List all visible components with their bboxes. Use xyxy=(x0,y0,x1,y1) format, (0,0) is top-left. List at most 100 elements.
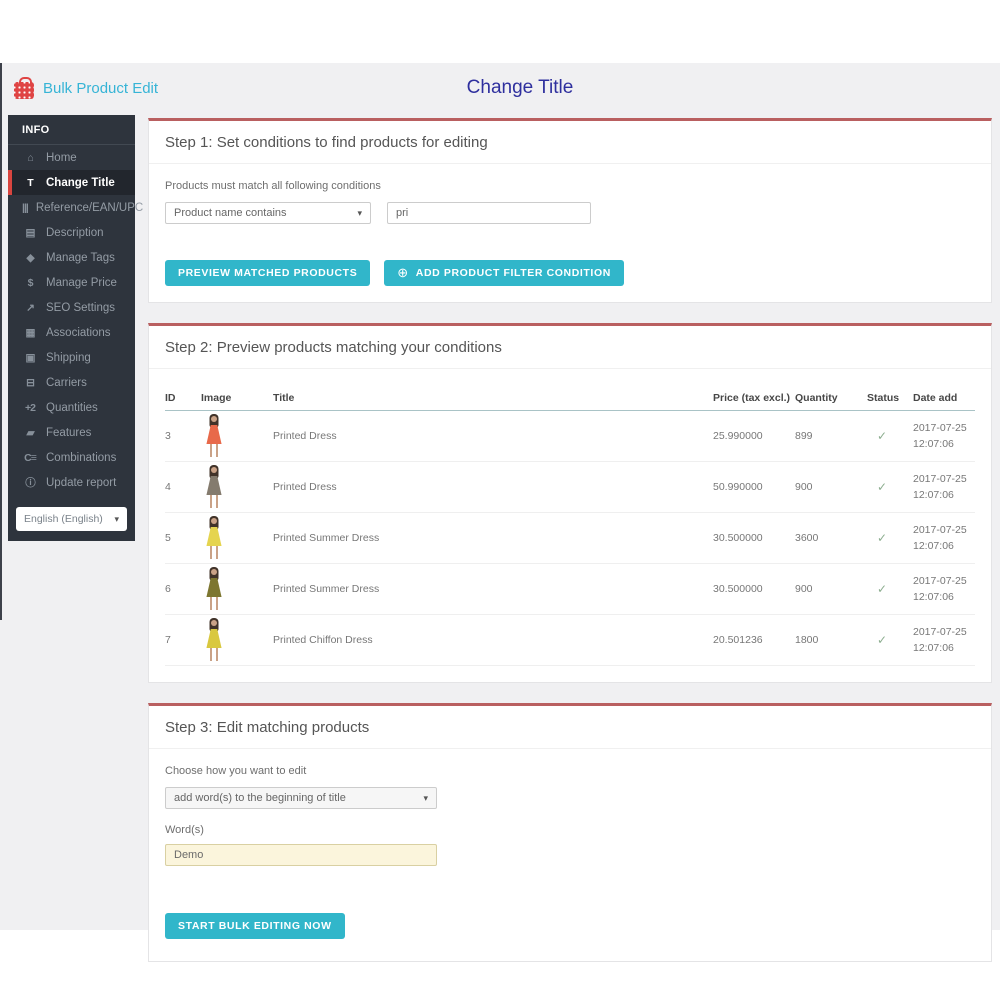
check-icon: ✓ xyxy=(877,531,888,545)
cell-id: 7 xyxy=(165,634,171,646)
sidebar-item-label: Update report xyxy=(46,476,117,489)
condition-type-select-value: Product name contains xyxy=(174,207,287,219)
cell-image xyxy=(201,411,273,461)
barcode-icon: ||| xyxy=(22,201,29,214)
cell-date-add: 2017-07-25 12:07:06 xyxy=(913,523,967,552)
sidebar-item-label: Manage Tags xyxy=(46,251,115,264)
sidebar-item-features[interactable]: ▰ Features xyxy=(8,420,135,445)
cell-title: Printed Summer Dress xyxy=(273,583,380,595)
model-dress xyxy=(206,578,222,597)
model-head xyxy=(211,569,217,575)
cell-image xyxy=(201,615,273,665)
cell-date-add: 2017-07-25 12:07:06 xyxy=(913,625,967,654)
main-content: Step 1: Set conditions to find products … xyxy=(148,118,992,982)
check-icon: ✓ xyxy=(877,582,888,596)
chevron-down-icon: ▾ xyxy=(357,207,362,218)
cell-image xyxy=(201,513,273,563)
sidebar-item-quantities[interactable]: +2 Quantities xyxy=(8,395,135,420)
model-dress xyxy=(206,425,222,444)
table-row: 7 Printed Chiffon Dress 20.501236 1800 ✓… xyxy=(165,615,975,666)
sidebar-item-combinations[interactable]: C≡ Combinations xyxy=(8,445,135,470)
cell-id: 5 xyxy=(165,532,171,544)
sidebar-item-update-report[interactable]: ⓘ Update report xyxy=(8,470,135,495)
model-legs xyxy=(210,648,218,661)
cell-status: ✓ xyxy=(867,429,913,443)
sidebar-item-manage-tags[interactable]: ◆ Manage Tags xyxy=(8,245,135,270)
product-thumbnail xyxy=(201,516,227,560)
cell-id: 3 xyxy=(165,430,171,442)
cell-date-add: 2017-07-25 12:07:06 xyxy=(913,472,967,501)
model-head xyxy=(211,518,217,524)
choose-edit-label: Choose how you want to edit xyxy=(165,765,307,777)
add-product-filter-condition-label: ADD PRODUCT FILTER CONDITION xyxy=(415,267,611,279)
shopping-bag-logo-icon xyxy=(14,77,34,99)
app-window: Change Title Bulk Product Edit INFO ⌂ Ho… xyxy=(0,63,1000,962)
grid-icon: ▦ xyxy=(25,326,36,339)
sidebar-item-label: SEO Settings xyxy=(46,301,116,314)
sidebar-item-manage-price[interactable]: $ Manage Price xyxy=(8,270,135,295)
truck-icon: ⊟ xyxy=(26,376,35,389)
cell-price: 50.990000 xyxy=(713,481,763,493)
sidebar-item-label: Change Title xyxy=(46,176,115,189)
model-dress xyxy=(206,476,222,495)
model-legs xyxy=(210,546,218,559)
start-bulk-editing-label: START BULK EDITING NOW xyxy=(178,920,332,932)
preview-matched-products-label: PREVIEW MATCHED PRODUCTS xyxy=(178,267,358,279)
sidebar-item-label: Quantities xyxy=(46,401,98,414)
sidebar-item-label: Manage Price xyxy=(46,276,117,289)
add-product-filter-condition-button[interactable]: ⊕ ADD PRODUCT FILTER CONDITION xyxy=(384,260,624,286)
brand: Bulk Product Edit xyxy=(14,77,158,99)
table-header-row: ID Image Title Price (tax excl.) Quantit… xyxy=(165,387,975,411)
table-row: 6 Printed Summer Dress 30.500000 900 ✓ 2… xyxy=(165,564,975,615)
sidebar-item-label: Description xyxy=(46,226,104,239)
cell-date-add: 2017-07-25 12:07:06 xyxy=(913,421,967,450)
edit-mode-select[interactable]: add word(s) to the beginning of title ▾ xyxy=(165,787,437,809)
sidebar-item-associations[interactable]: ▦ Associations xyxy=(8,320,135,345)
products-table: ID Image Title Price (tax excl.) Quantit… xyxy=(165,387,975,666)
preview-matched-products-button[interactable]: PREVIEW MATCHED PRODUCTS xyxy=(165,260,371,286)
step2-title: Step 2: Preview products matching your c… xyxy=(149,326,991,369)
step3-title: Step 3: Edit matching products xyxy=(149,706,991,749)
condition-type-select[interactable]: Product name contains ▾ xyxy=(165,202,371,224)
features-icon: ▰ xyxy=(26,426,34,439)
combinations-icon: C≡ xyxy=(24,451,37,464)
model-head xyxy=(211,416,217,422)
sidebar-item-reference-ean-upc[interactable]: ||| Reference/EAN/UPC xyxy=(8,195,143,220)
start-bulk-editing-button[interactable]: START BULK EDITING NOW xyxy=(165,913,345,939)
cell-status: ✓ xyxy=(867,480,913,494)
col-header-id: ID xyxy=(165,392,176,404)
cell-quantity: 3600 xyxy=(795,532,819,544)
cell-quantity: 1800 xyxy=(795,634,819,646)
model-head xyxy=(211,620,217,626)
tag-icon: ◆ xyxy=(26,251,34,264)
cell-image xyxy=(201,462,273,512)
app-header: Change Title Bulk Product Edit xyxy=(0,63,1000,113)
condition-row: Product name contains ▾ xyxy=(165,202,975,224)
chevron-down-icon: ▾ xyxy=(423,792,428,803)
report-icon: ⓘ xyxy=(25,477,36,489)
sidebar-item-home[interactable]: ⌂ Home xyxy=(8,145,135,170)
package-icon: ▣ xyxy=(25,351,36,364)
cell-price: 25.990000 xyxy=(713,430,763,442)
condition-value-input[interactable] xyxy=(387,202,591,224)
sidebar-item-carriers[interactable]: ⊟ Carriers xyxy=(8,370,135,395)
left-edge-line xyxy=(0,63,2,620)
sidebar-item-description[interactable]: ▤ Description xyxy=(8,220,135,245)
home-icon: ⌂ xyxy=(27,151,33,164)
cell-quantity: 900 xyxy=(795,583,813,595)
cell-image xyxy=(201,564,273,614)
model-legs xyxy=(210,597,218,610)
col-header-price: Price (tax excl.) xyxy=(713,392,791,404)
cell-status: ✓ xyxy=(867,633,913,647)
words-input[interactable] xyxy=(165,844,437,866)
page: Change Title Bulk Product Edit INFO ⌂ Ho… xyxy=(0,0,1000,1000)
sidebar-item-shipping[interactable]: ▣ Shipping xyxy=(8,345,135,370)
col-header-status: Status xyxy=(867,392,900,404)
col-header-title: Title xyxy=(273,392,295,404)
language-select[interactable]: English (English) ▾ xyxy=(16,507,127,531)
sidebar-item-change-title[interactable]: T Change Title xyxy=(8,170,135,195)
dollar-icon: $ xyxy=(27,276,34,289)
sidebar-item-seo-settings[interactable]: ↗ SEO Settings xyxy=(8,295,135,320)
check-icon: ✓ xyxy=(877,429,888,443)
document-icon: ▤ xyxy=(25,226,36,239)
